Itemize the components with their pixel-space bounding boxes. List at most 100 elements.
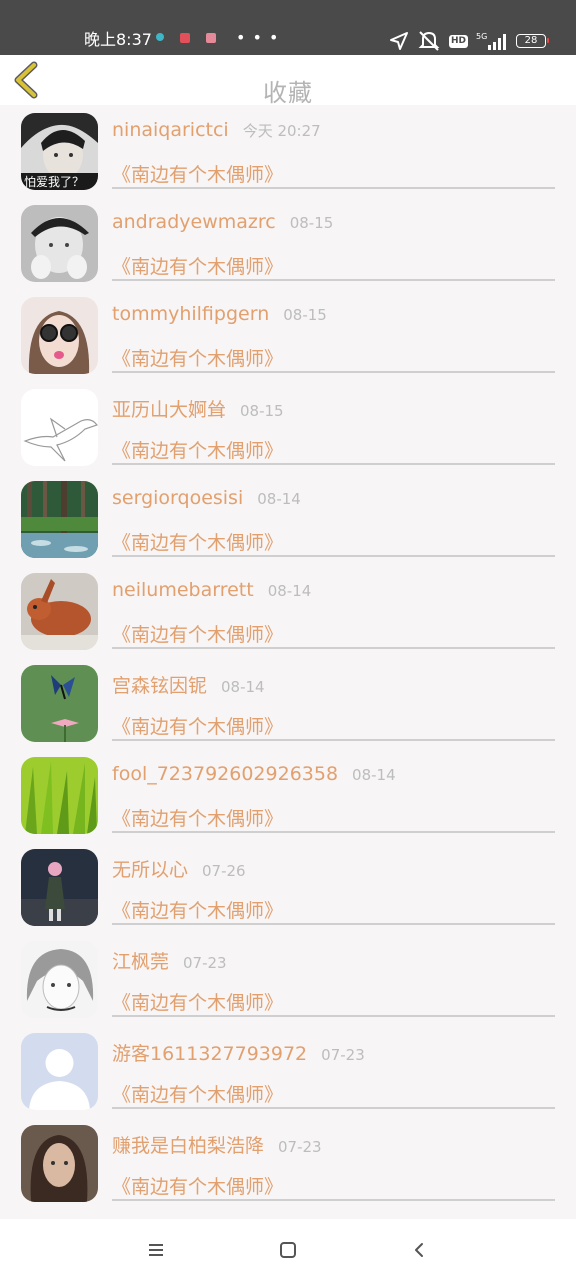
- notification-icons: [156, 33, 216, 43]
- more-notifications-icon: • • •: [236, 28, 280, 47]
- username[interactable]: 宫森铉因铌 08-14: [112, 671, 265, 698]
- avatar[interactable]: [21, 297, 98, 374]
- list-item[interactable]: 赚我是白柏梨浩降 07-23 《南边有个木偶师》: [0, 1117, 576, 1209]
- avatar-image: [21, 757, 98, 834]
- avatar-image: [21, 573, 98, 650]
- wifi-dot-icon: [156, 33, 164, 41]
- status-time: 晚上8:37: [84, 30, 152, 49]
- divider: [112, 463, 555, 465]
- favorite-title[interactable]: 《南边有个木偶师》: [112, 896, 283, 923]
- date: 08-15: [283, 306, 327, 324]
- username-text: sergiorqoesisi: [112, 487, 244, 509]
- divider: [112, 187, 555, 189]
- username[interactable]: 赚我是白柏梨浩降 07-23: [112, 1131, 322, 1158]
- username[interactable]: fool_723792602926358 08-14: [112, 763, 396, 785]
- username-text: 宫森铉因铌: [112, 675, 208, 697]
- username[interactable]: 江枫莞 07-23: [112, 947, 227, 974]
- date: 08-15: [289, 214, 334, 232]
- list-item[interactable]: 亚历山大婀耸 08-15 《南边有个木偶师》: [0, 381, 576, 473]
- username[interactable]: sergiorqoesisi 08-14: [112, 487, 301, 509]
- avatar[interactable]: [21, 941, 98, 1018]
- list-item[interactable]: 怕爱我了？ ninaiqarictci 今天 20:27 《南边有个木偶师》: [0, 105, 576, 197]
- avatar[interactable]: [21, 1125, 98, 1202]
- date: 今天 20:27: [242, 122, 321, 140]
- favorites-list[interactable]: 怕爱我了？ ninaiqarictci 今天 20:27 《南边有个木偶师》 an…: [0, 105, 576, 1217]
- home-button[interactable]: [278, 1241, 298, 1259]
- home-icon: [280, 1242, 296, 1258]
- list-item[interactable]: 游客1611327793972 07-23 《南边有个木偶师》: [0, 1025, 576, 1117]
- avatar-image: [21, 1125, 98, 1202]
- username[interactable]: neilumebarrett 08-14: [112, 579, 311, 601]
- list-item[interactable]: fool_723792602926358 08-14 《南边有个木偶师》: [0, 749, 576, 841]
- favorite-title[interactable]: 《南边有个木偶师》: [112, 344, 283, 371]
- favorite-title[interactable]: 《南边有个木偶师》: [112, 160, 283, 187]
- location-icon: [389, 32, 408, 50]
- navigation-bar: [0, 1219, 576, 1280]
- avatar[interactable]: [21, 849, 98, 926]
- username-text: tommyhilfipgern: [112, 303, 270, 325]
- list-item[interactable]: 宫森铉因铌 08-14 《南边有个木偶师》: [0, 657, 576, 749]
- username-text: 江枫莞: [112, 951, 170, 973]
- divider: [112, 555, 555, 557]
- avatar[interactable]: [21, 389, 98, 466]
- date: 07-26: [202, 862, 246, 880]
- username[interactable]: 亚历山大婀耸 08-15: [112, 395, 284, 422]
- divider: [112, 1107, 555, 1109]
- username-text: 亚历山大婀耸: [112, 399, 227, 421]
- username[interactable]: andradyewmazrc 08-15: [112, 211, 333, 233]
- hd-icon: HD: [448, 34, 468, 48]
- favorite-title[interactable]: 《南边有个木偶师》: [112, 804, 283, 831]
- date: 08-15: [240, 402, 284, 420]
- favorite-title[interactable]: 《南边有个木偶师》: [112, 252, 283, 279]
- avatar[interactable]: [21, 757, 98, 834]
- list-item[interactable]: 江枫莞 07-23 《南边有个木偶师》: [0, 933, 576, 1025]
- username[interactable]: 游客1611327793972 07-23: [112, 1039, 365, 1066]
- avatar[interactable]: [21, 481, 98, 558]
- avatar[interactable]: [21, 573, 98, 650]
- username-text: neilumebarrett: [112, 579, 254, 601]
- list-item[interactable]: 无所以心 07-26 《南边有个木偶师》: [0, 841, 576, 933]
- avatar[interactable]: [21, 205, 98, 282]
- date: 07-23: [278, 1138, 322, 1156]
- favorite-title[interactable]: 《南边有个木偶师》: [112, 528, 283, 555]
- avatar[interactable]: 怕爱我了？: [21, 113, 98, 190]
- divider: [112, 371, 555, 373]
- date: 08-14: [257, 490, 301, 508]
- avatar-image: [21, 665, 98, 742]
- list-item[interactable]: andradyewmazrc 08-15 《南边有个木偶师》: [0, 197, 576, 289]
- avatar-image: [21, 205, 98, 282]
- username-text: 游客1611327793972: [112, 1043, 308, 1065]
- username[interactable]: ninaiqarictci 今天 20:27: [112, 119, 321, 141]
- list-item[interactable]: sergiorqoesisi 08-14 《南边有个木偶师》: [0, 473, 576, 565]
- network-label: 5G: [476, 32, 487, 41]
- avatar-image: [21, 481, 98, 558]
- menu-icon: [149, 1244, 163, 1256]
- favorite-title[interactable]: 《南边有个木偶师》: [112, 620, 283, 647]
- divider: [112, 831, 555, 833]
- favorite-title[interactable]: 《南边有个木偶师》: [112, 436, 283, 463]
- avatar[interactable]: [21, 665, 98, 742]
- avatar-image: [21, 941, 98, 1018]
- avatar[interactable]: [21, 1033, 98, 1110]
- divider: [112, 1199, 555, 1201]
- username-text: ninaiqarictci: [112, 119, 229, 141]
- username[interactable]: 无所以心 07-26: [112, 855, 246, 882]
- username-text: 赚我是白柏梨浩降: [112, 1135, 265, 1157]
- divider: [112, 647, 555, 649]
- battery-icon: 28: [516, 34, 549, 48]
- list-item[interactable]: tommyhilfipgern 08-15 《南边有个木偶师》: [0, 289, 576, 381]
- date: 08-14: [221, 678, 265, 696]
- menu-button[interactable]: [146, 1241, 166, 1259]
- favorite-title[interactable]: 《南边有个木偶师》: [112, 988, 283, 1015]
- username[interactable]: tommyhilfipgern 08-15: [112, 303, 327, 325]
- favorite-title[interactable]: 《南边有个木偶师》: [112, 1172, 283, 1199]
- default-user-icon: [21, 1033, 98, 1110]
- list-item[interactable]: neilumebarrett 08-14 《南边有个木偶师》: [0, 565, 576, 657]
- avatar-image: [21, 389, 98, 466]
- status-bar: 晚上8:37 • • • HD 5G 28: [0, 0, 576, 55]
- nav-back-button[interactable]: [410, 1241, 430, 1259]
- favorite-title[interactable]: 《南边有个木偶师》: [112, 1080, 283, 1107]
- favorite-title[interactable]: 《南边有个木偶师》: [112, 712, 283, 739]
- divider: [112, 279, 555, 281]
- divider: [112, 923, 555, 925]
